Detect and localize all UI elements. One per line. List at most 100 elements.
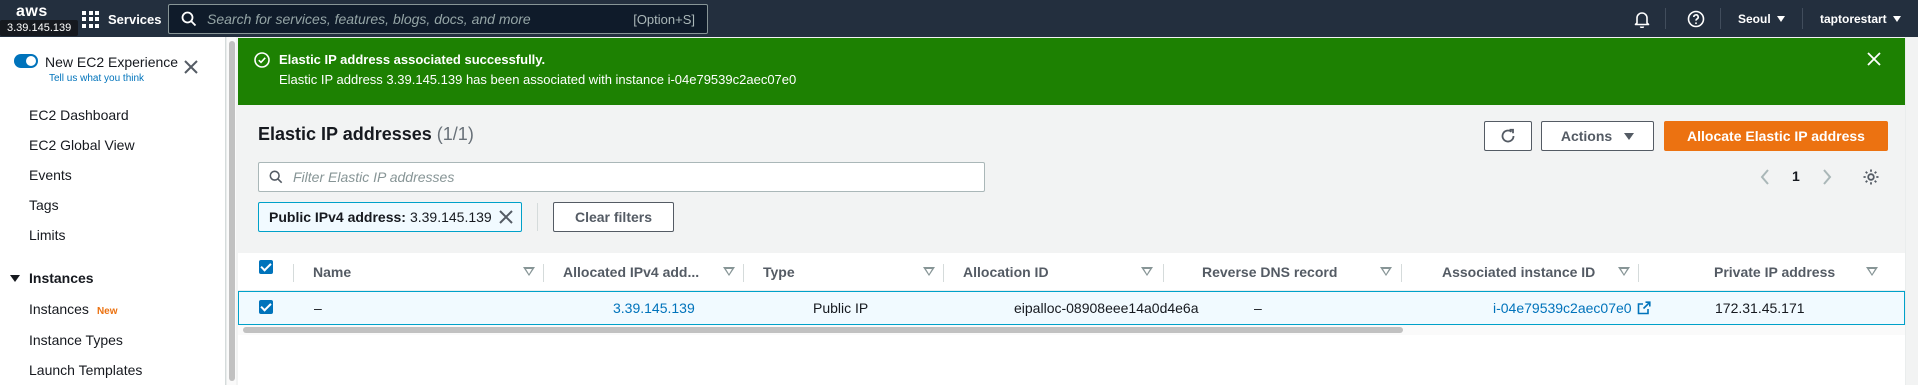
caret-down-icon: [10, 274, 20, 282]
cell-allocation-id: eipalloc-08908eee14a0d4e6a: [1014, 300, 1199, 316]
account-label: taptorestart: [1820, 11, 1887, 26]
search-icon: [181, 11, 197, 27]
sidebar-item-instances[interactable]: Instances New: [29, 301, 118, 317]
prev-page-icon[interactable]: [1760, 169, 1770, 185]
divider: [537, 203, 538, 231]
column-header-reverse-dns[interactable]: Reverse DNS record: [1202, 253, 1402, 291]
help-icon: [1687, 10, 1705, 27]
chevron-down-icon: [1624, 132, 1635, 140]
divider: [293, 264, 294, 282]
sidebar-item-tags[interactable]: Tags: [29, 197, 59, 213]
cell-reverse-dns: –: [1254, 300, 1262, 316]
services-label: Services: [108, 11, 162, 27]
filter-placeholder: Filter Elastic IP addresses: [293, 169, 455, 185]
column-header-name[interactable]: Name: [313, 253, 543, 291]
help-button[interactable]: [1687, 0, 1705, 37]
refresh-button[interactable]: [1484, 121, 1532, 151]
divider: [1638, 264, 1639, 282]
sort-icon: [923, 267, 935, 276]
page-number[interactable]: 1: [1792, 168, 1800, 184]
cell-ipv4-link[interactable]: 3.39.145.139: [613, 292, 695, 324]
next-page-icon[interactable]: [1822, 169, 1832, 185]
refresh-icon: [1501, 128, 1515, 143]
token-key: Public IPv4 address:: [269, 209, 406, 225]
scroll-thumb[interactable]: [243, 327, 1403, 333]
success-icon: [254, 52, 270, 68]
sort-icon: [523, 267, 535, 276]
table-row[interactable]: – 3.39.145.139 Public IP eipalloc-08908e…: [238, 291, 1905, 325]
divider: [543, 264, 544, 282]
search-input[interactable]: Search for services, features, blogs, do…: [168, 4, 708, 34]
account-menu[interactable]: taptorestart: [1820, 0, 1901, 37]
sort-icon: [723, 267, 735, 276]
sidebar-item-events[interactable]: Events: [29, 167, 72, 183]
column-header-private-ip[interactable]: Private IP address: [1714, 253, 1894, 291]
sidebar-item-ec2-dashboard[interactable]: EC2 Dashboard: [29, 107, 129, 123]
sidebar-item-ec2-global-view[interactable]: EC2 Global View: [29, 137, 135, 153]
sort-icon: [1618, 267, 1630, 276]
sort-icon: [1380, 267, 1392, 276]
select-all-checkbox[interactable]: [259, 260, 273, 274]
close-icon: [184, 60, 198, 74]
sidebar-item-label: Instances: [29, 301, 89, 317]
sidebar-scrollbar[interactable]: [226, 37, 236, 385]
notifications-button[interactable]: [1634, 0, 1650, 37]
clear-filters-button[interactable]: Clear filters: [553, 202, 674, 232]
feedback-link[interactable]: Tell us what you think: [49, 73, 144, 84]
sidebar-item-limits[interactable]: Limits: [29, 227, 66, 243]
column-header-allocation-id[interactable]: Allocation ID: [963, 253, 1163, 291]
region-selector[interactable]: Seoul: [1738, 0, 1785, 37]
page-scrollbar[interactable]: [1905, 37, 1918, 385]
remove-token-button[interactable]: [499, 210, 513, 224]
sort-icon: [1141, 267, 1153, 276]
aws-logo[interactable]: aws: [16, 3, 48, 21]
chevron-down-icon: [1892, 15, 1901, 22]
scroll-thumb[interactable]: [229, 41, 235, 381]
ip-tooltip: 3.39.145.139: [0, 20, 79, 36]
sidebar-section-instances[interactable]: Instances: [10, 270, 94, 286]
actions-button[interactable]: Actions: [1541, 121, 1654, 151]
sidebar-section-label: Instances: [29, 270, 94, 286]
success-flashbar: Elastic IP address associated successful…: [238, 38, 1905, 105]
search-icon: [269, 170, 283, 184]
new-experience-toggle[interactable]: [14, 54, 38, 68]
divider: [1163, 264, 1164, 282]
divider: [1802, 8, 1803, 29]
filter-input[interactable]: Filter Elastic IP addresses: [258, 162, 985, 192]
page-count: (1/1): [436, 124, 474, 144]
top-navigation: aws 3.39.145.139 Services Search for ser…: [0, 0, 1918, 37]
dismiss-flash-button[interactable]: [1867, 52, 1881, 66]
new-experience-label: New EC2 Experience: [45, 54, 179, 70]
cell-instance-link[interactable]: i-04e79539c2aec07e0: [1493, 292, 1651, 324]
allocate-eip-button[interactable]: Allocate Elastic IP address: [1664, 121, 1888, 151]
close-sidebar-button[interactable]: [184, 60, 198, 79]
services-menu[interactable]: Services: [82, 9, 162, 29]
divider: [1401, 264, 1402, 282]
cell-name: –: [314, 300, 322, 316]
column-header-type[interactable]: Type: [763, 253, 963, 291]
table-horizontal-scrollbar[interactable]: [238, 325, 1905, 335]
sort-icon: [1866, 267, 1878, 276]
flash-title: Elastic IP address associated successful…: [279, 52, 546, 67]
column-header-allocated-ipv4[interactable]: Allocated IPv4 add...: [563, 253, 735, 291]
cell-type: Public IP: [813, 300, 869, 316]
page-title: Elastic IP addresses (1/1): [258, 124, 474, 145]
sidebar-item-instance-types[interactable]: Instance Types: [29, 332, 123, 348]
divider: [943, 264, 944, 282]
actions-label: Actions: [1560, 128, 1613, 144]
row-checkbox[interactable]: [259, 300, 273, 314]
region-label: Seoul: [1738, 11, 1771, 26]
sidebar-item-launch-templates[interactable]: Launch Templates: [29, 362, 142, 378]
table-header: Name Allocated IPv4 add... Type Allocati…: [238, 253, 1905, 291]
divider: [1665, 8, 1666, 29]
token-value: 3.39.145.139: [409, 209, 492, 225]
gear-icon[interactable]: [1862, 168, 1880, 186]
chevron-down-icon: [1776, 15, 1785, 22]
grid-icon: [82, 10, 99, 28]
eip-table: Name Allocated IPv4 add... Type Allocati…: [238, 253, 1905, 385]
cell-private-ip: 172.31.45.171: [1715, 300, 1805, 316]
search-shortcut: [Option+S]: [633, 11, 695, 27]
column-header-associated-instance[interactable]: Associated instance ID: [1442, 253, 1630, 291]
bell-icon: [1634, 11, 1650, 28]
flash-message: Elastic IP address 3.39.145.139 has been…: [279, 72, 797, 87]
